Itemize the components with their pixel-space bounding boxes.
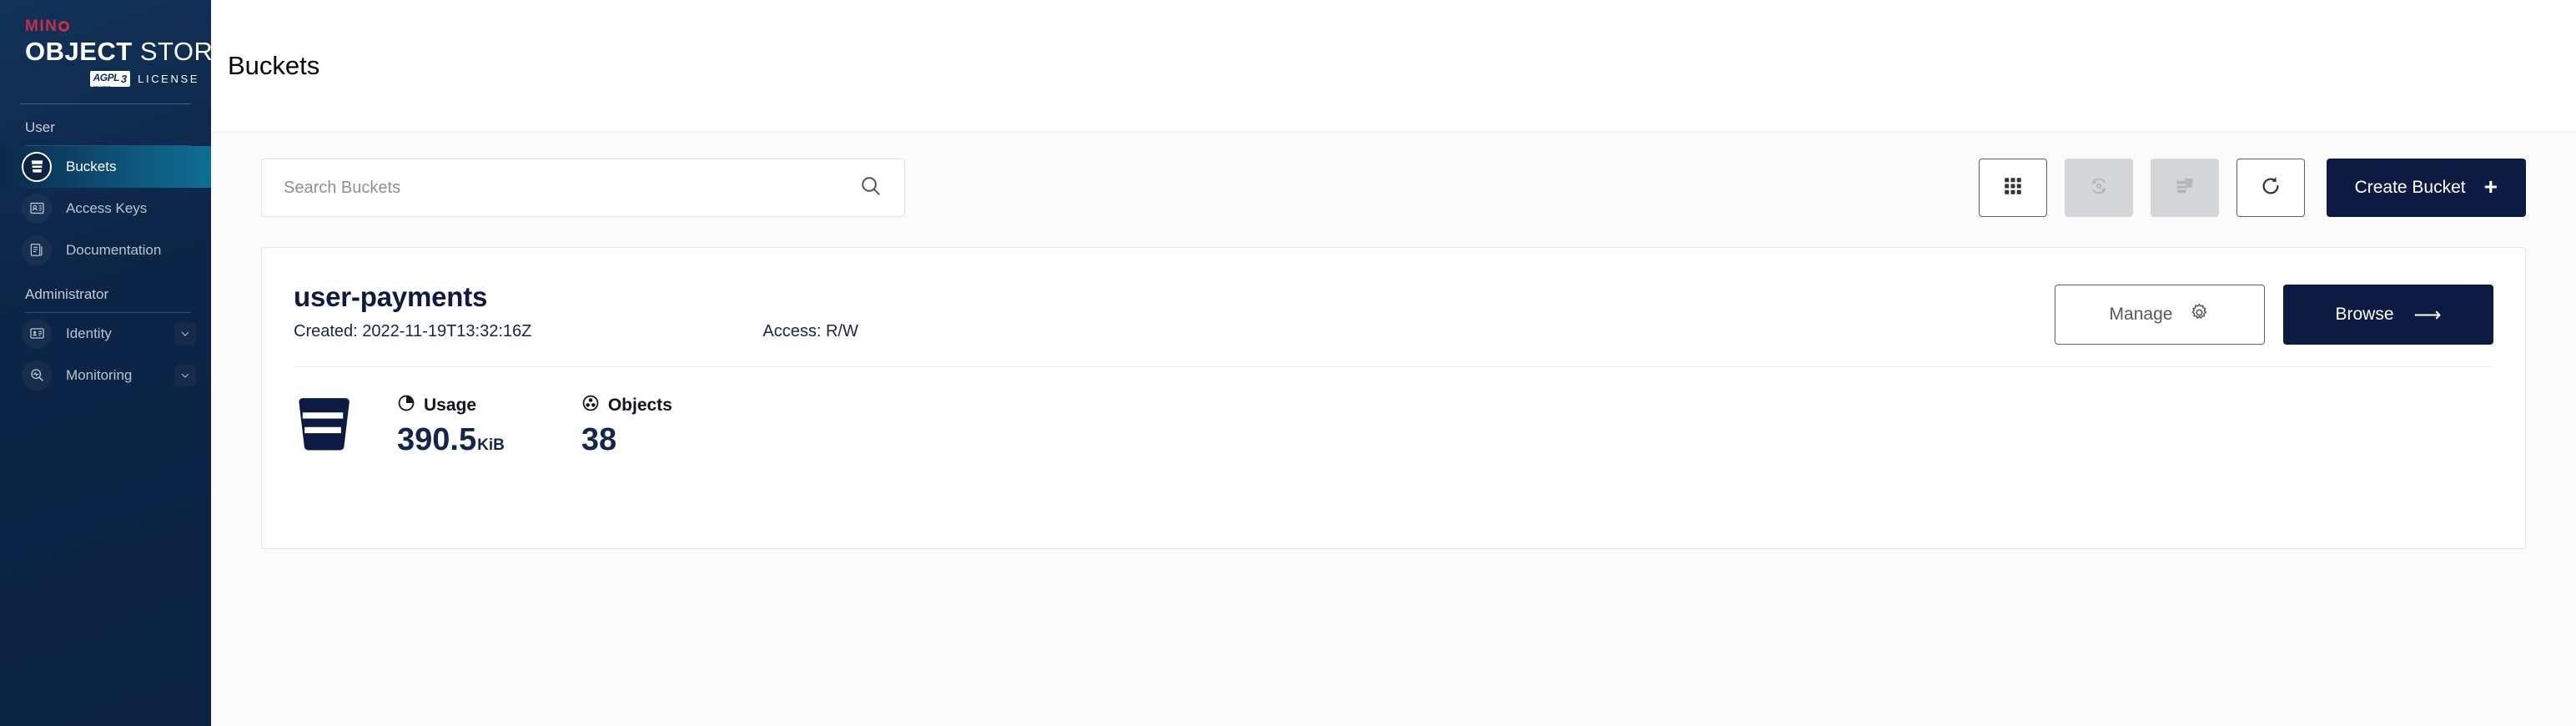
bucket-card[interactable]: user-payments Created: 2022-11-19T13:32:… — [261, 247, 2526, 549]
browse-button[interactable]: Browse ⟶ — [2283, 285, 2493, 345]
usage-stat: Usage 390.5KiB — [397, 394, 505, 458]
search-buckets-box[interactable] — [261, 159, 905, 217]
store-word: STORE — [139, 37, 211, 66]
delete-buckets-icon — [2173, 174, 2196, 202]
objects-label: Objects — [607, 395, 672, 415]
nav-group-user-label: User — [25, 118, 55, 135]
toolbar: Create Bucket + — [261, 159, 2526, 217]
bucket-name[interactable]: user-payments — [294, 280, 858, 314]
bucket-created-date: Created: 2022-11-19T13:32:16Z — [294, 322, 532, 341]
bucket-icon — [294, 392, 352, 460]
access-keys-icon — [22, 193, 52, 224]
sidebar-item-identity[interactable]: Identity — [0, 313, 211, 355]
license-row: AGPL Free Software 3 LICENSE — [25, 70, 211, 88]
agpl-version: 3 — [120, 73, 128, 86]
agpl-subtext: Free Software — [93, 84, 111, 88]
delete-buckets-button — [2150, 159, 2219, 217]
usage-label: Usage — [424, 395, 477, 415]
bucket-stats: Usage 390.5KiB Objects 38 — [294, 367, 2493, 460]
sidebar-item-label: Documentation — [66, 241, 162, 258]
sidebar-item-label: Identity — [66, 325, 112, 341]
sidebar-item-access-keys[interactable]: Access Keys — [0, 188, 211, 229]
minio-brand-text: MIN — [25, 18, 58, 35]
documentation-icon — [22, 234, 52, 265]
sidebar-item-documentation[interactable]: Documentation — [0, 229, 211, 271]
object-store-title: OBJECT STORE — [25, 38, 211, 66]
search-icon[interactable] — [859, 174, 883, 202]
sidebar-item-label: Monitoring — [66, 366, 133, 383]
objects-value: 38 — [581, 422, 617, 458]
gear-icon — [2189, 302, 2210, 328]
object-word: OBJECT — [25, 37, 133, 66]
bucket-card-header: user-payments Created: 2022-11-19T13:32:… — [294, 248, 2493, 367]
usage-pie-icon — [397, 394, 415, 416]
bucket-identity: user-payments Created: 2022-11-19T13:32:… — [294, 280, 858, 341]
minio-console: MIN OBJECT STORE AGPL Free Software 3 LI… — [0, 0, 2576, 726]
license-label: LICENSE — [138, 72, 199, 85]
logo: MIN OBJECT STORE AGPL Free Software 3 LI… — [0, 0, 211, 88]
objects-stat: Objects 38 — [581, 394, 672, 458]
chevron-down-icon[interactable] — [174, 365, 196, 386]
main-content: Buckets Search Buckets Create Bucket + u… — [211, 0, 2576, 726]
sidebar-item-buckets[interactable]: Buckets — [0, 145, 211, 188]
content-area: Create Bucket + user-payments Created: 2… — [211, 132, 2576, 726]
page-title: Buckets — [228, 51, 320, 80]
agpl-badge-icon: AGPL Free Software 3 — [89, 70, 131, 88]
grid-view-button[interactable] — [1978, 159, 2047, 217]
sync-icon — [2087, 174, 2111, 202]
bucket-actions: Manage Browse ⟶ — [2055, 280, 2493, 345]
create-bucket-button[interactable]: Create Bucket + — [2326, 159, 2526, 217]
page-header: Buckets — [211, 0, 2576, 132]
usage-unit: KiB — [477, 436, 505, 455]
minio-wordmark: MIN — [25, 18, 211, 34]
create-bucket-label: Create Bucket — [2354, 178, 2466, 197]
grid-icon — [2002, 175, 2024, 201]
objects-value-row: 38 — [581, 422, 672, 458]
plus-icon: + — [2483, 174, 2498, 199]
nav-group-administrator-label: Administrator — [25, 285, 109, 302]
usage-value: 390.5 — [397, 422, 477, 458]
refresh-button[interactable] — [2236, 159, 2305, 217]
refresh-icon — [2259, 174, 2282, 202]
monitoring-icon — [22, 360, 52, 391]
usage-value-row: 390.5KiB — [397, 422, 505, 458]
browse-label: Browse — [2335, 305, 2394, 324]
bucket-icon — [22, 151, 52, 182]
chevron-down-icon[interactable] — [174, 323, 196, 345]
bucket-meta: Created: 2022-11-19T13:32:16Z Access: R/… — [294, 322, 858, 341]
sidebar-item-label: Buckets — [66, 158, 117, 174]
sidebar-item-monitoring[interactable]: Monitoring — [0, 355, 211, 396]
replication-sync-button — [2064, 159, 2133, 217]
agpl-text: AGPL — [93, 71, 120, 83]
search-input[interactable] — [284, 178, 859, 198]
arrow-right-icon: ⟶ — [2413, 303, 2442, 325]
usage-stat-head: Usage — [397, 394, 505, 416]
manage-button[interactable]: Manage — [2055, 285, 2265, 345]
sidebar: MIN OBJECT STORE AGPL Free Software 3 LI… — [0, 0, 211, 726]
identity-icon — [22, 318, 52, 349]
manage-label: Manage — [2109, 305, 2173, 324]
bucket-access-level: Access: R/W — [762, 322, 858, 341]
minio-o-icon — [58, 21, 70, 32]
sidebar-item-label: Access Keys — [66, 199, 148, 216]
objects-icon — [581, 394, 600, 416]
objects-stat-head: Objects — [581, 394, 672, 416]
